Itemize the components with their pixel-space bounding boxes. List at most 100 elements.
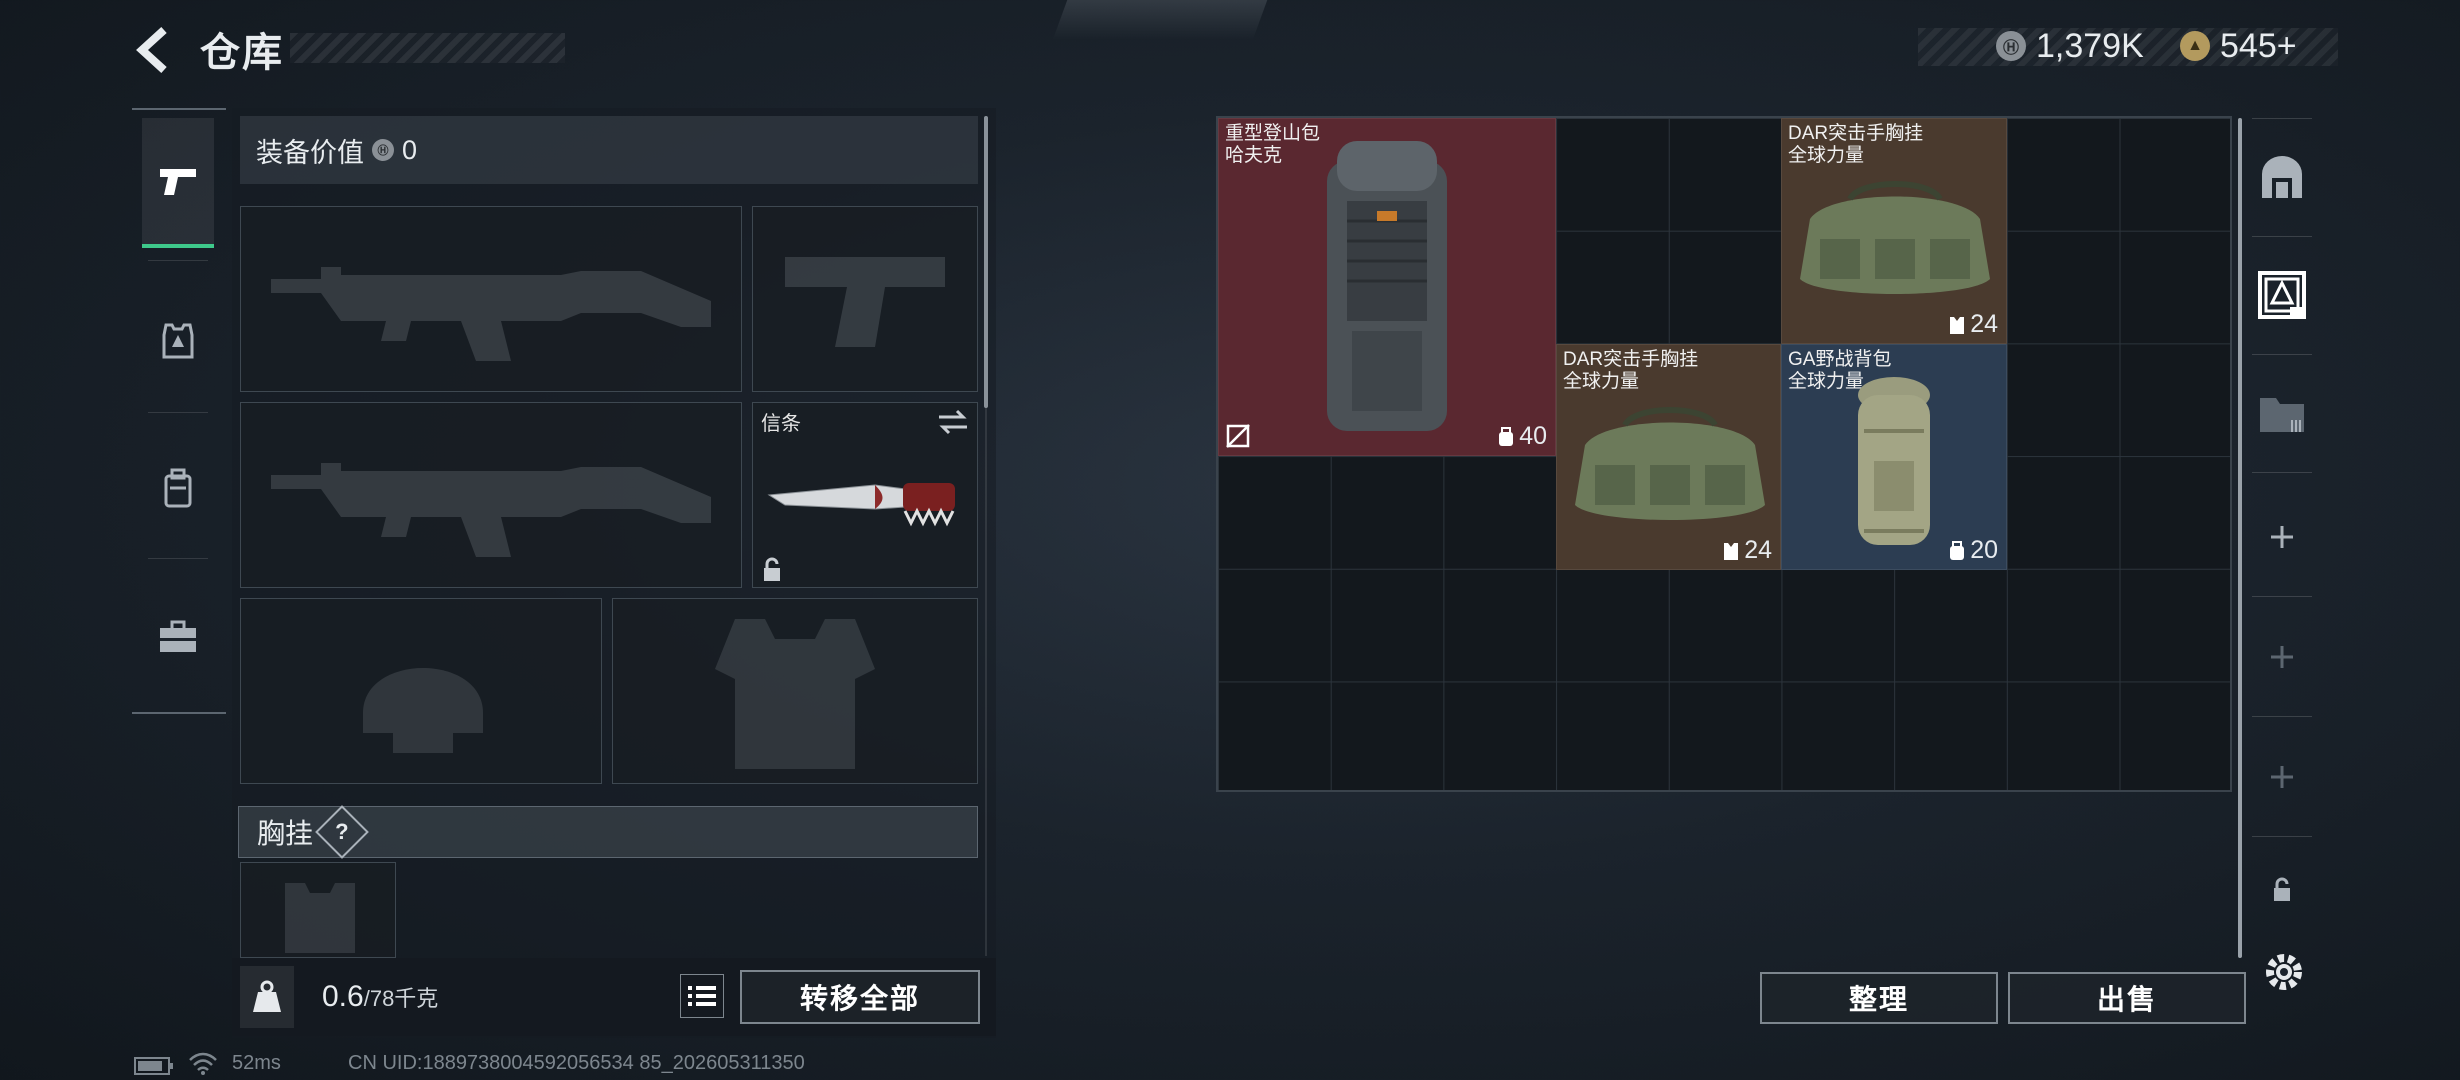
add-storage-button-2[interactable] — [2244, 602, 2320, 712]
storage-tab-extension[interactable] — [2244, 358, 2320, 468]
page-title: 仓库 — [200, 31, 284, 75]
title-decoration — [290, 33, 565, 63]
chest-rig-silhouette-icon — [285, 883, 355, 953]
armor-silhouette-icon — [715, 619, 875, 769]
pistol-silhouette-icon — [785, 257, 945, 347]
currency-silver: Ⓗ 1,379K — [1996, 24, 2144, 68]
silver-amount: 1,379K — [2036, 26, 2144, 65]
equipment-scrollbar[interactable] — [984, 116, 988, 408]
currency-gold: ▲ 545+ — [2180, 24, 2297, 68]
no-insurance-icon — [1226, 424, 1250, 448]
gear-icon — [2266, 954, 2302, 990]
item-capacity: 24 — [1722, 536, 1772, 565]
storage-scrollbar[interactable] — [2238, 118, 2242, 958]
folder-icon — [2260, 398, 2304, 432]
capacity-value: 24 — [1744, 536, 1772, 564]
category-tabs — [132, 108, 226, 714]
chevron-left-icon — [136, 27, 167, 73]
silver-coin-icon: Ⓗ — [1996, 31, 2026, 61]
silver-coin-icon: Ⓗ — [372, 139, 394, 161]
primary-weapon-slot-2[interactable] — [240, 402, 742, 588]
swap-icon[interactable] — [937, 409, 969, 435]
equipment-value-bar: 装备价值 Ⓗ 0 — [240, 116, 978, 184]
lock-icon — [2274, 877, 2290, 901]
tab-armor[interactable] — [142, 276, 214, 406]
item-title: DAR突击手胸挂 — [1563, 349, 1699, 370]
backpack-icon — [164, 468, 192, 508]
storage-item-chest-rig-1[interactable]: DAR突击手胸挂 全球力量 24 — [1781, 118, 2007, 344]
list-view-button[interactable] — [680, 974, 724, 1018]
plus-icon — [2271, 526, 2293, 548]
storage-item-chest-rig-2[interactable]: DAR突击手胸挂 全球力量 24 — [1556, 344, 1781, 570]
plus-icon — [2271, 766, 2293, 788]
battery-icon — [134, 1057, 173, 1075]
item-capacity: 40 — [1497, 422, 1547, 451]
help-icon[interactable]: ? — [315, 805, 369, 859]
list-icon — [688, 986, 716, 1006]
vest-capacity-icon — [1950, 316, 1965, 334]
gold-coin-icon: ▲ — [2180, 31, 2210, 61]
rifle-silhouette-icon — [271, 267, 711, 361]
lock-icon — [764, 557, 780, 581]
weight-max: /78千克 — [363, 986, 439, 1011]
help-mark: ? — [335, 818, 349, 844]
capacity-value: 20 — [1970, 536, 1998, 564]
storage-item-field-backpack[interactable]: GA野战背包 全球力量 20 — [1781, 344, 2007, 570]
item-title: DAR突击手胸挂 — [1788, 123, 1924, 144]
battery-indicator — [134, 1056, 174, 1080]
item-brand: 哈夫克 — [1225, 145, 1283, 166]
transfer-all-button[interactable]: 转移全部 — [740, 970, 980, 1024]
item-capacity: 20 — [1948, 536, 1998, 565]
capacity-value: 40 — [1519, 422, 1547, 450]
pistol-icon — [160, 169, 196, 195]
helmet-silhouette-icon — [363, 668, 483, 753]
wifi-icon — [189, 1052, 217, 1075]
backpack-capacity-icon — [1950, 540, 1965, 560]
body-armor-slot[interactable] — [612, 598, 978, 784]
settings-button[interactable] — [2262, 950, 2306, 999]
safe-icon — [2262, 156, 2302, 198]
helmet-slot[interactable] — [240, 598, 602, 784]
rifle-silhouette-icon — [271, 463, 711, 557]
add-storage-button-3[interactable] — [2244, 722, 2320, 832]
knife-icon — [767, 483, 955, 527]
uid-readout: CN UID:1889738004592056534 85_2026053113… — [348, 1052, 805, 1074]
gold-amount: 545+ — [2220, 26, 2297, 65]
chest-rig-image — [1575, 407, 1765, 520]
storage-tab-warehouse[interactable] — [2244, 240, 2320, 350]
sort-button[interactable]: 整理 — [1760, 972, 1998, 1024]
item-title: 重型登山包 — [1225, 123, 1321, 144]
ceiling-light — [1052, 0, 1268, 40]
equipment-value-label: 装备价值 — [256, 137, 364, 168]
capacity-value: 24 — [1970, 310, 1998, 338]
chest-rig-header: 胸挂 ? — [238, 805, 978, 859]
melee-slot[interactable]: 信条 — [752, 402, 978, 588]
pistol-slot[interactable] — [752, 206, 978, 392]
plus-icon — [2271, 646, 2293, 668]
item-name: DAR突击手胸挂 全球力量 — [1788, 123, 1923, 167]
item-brand: 全球力量 — [1788, 145, 1865, 166]
primary-weapon-slot-1[interactable] — [240, 206, 742, 392]
chest-rig-image — [1800, 181, 1990, 294]
tab-backpack[interactable] — [142, 424, 214, 554]
chest-rig-slot[interactable] — [240, 862, 396, 958]
tab-weapons[interactable] — [142, 118, 214, 248]
armor-icon — [162, 323, 194, 359]
duffel-backpack-image — [1858, 377, 1930, 545]
warehouse-icon — [2258, 271, 2306, 319]
tab-supplies[interactable] — [142, 572, 214, 702]
item-brand: 全球力量 — [1563, 371, 1640, 392]
backpack-image — [1327, 141, 1447, 431]
storage-item-heavy-backpack[interactable]: 重型登山包 哈夫克 40 — [1218, 118, 1556, 456]
sell-button[interactable]: 出售 — [2008, 972, 2246, 1024]
wifi-indicator — [188, 1052, 218, 1080]
weight-button[interactable] — [240, 966, 294, 1028]
back-button[interactable] — [130, 22, 182, 78]
toolbox-icon — [160, 620, 196, 652]
add-storage-button-1[interactable] — [2244, 482, 2320, 592]
storage-tab-safebox[interactable] — [2244, 122, 2320, 232]
item-capacity: 24 — [1948, 310, 1998, 339]
storage-tabs — [2244, 108, 2320, 956]
weight-readout: 0.6/78千克 — [322, 980, 438, 1014]
melee-slot-label: 信条 — [761, 413, 801, 435]
